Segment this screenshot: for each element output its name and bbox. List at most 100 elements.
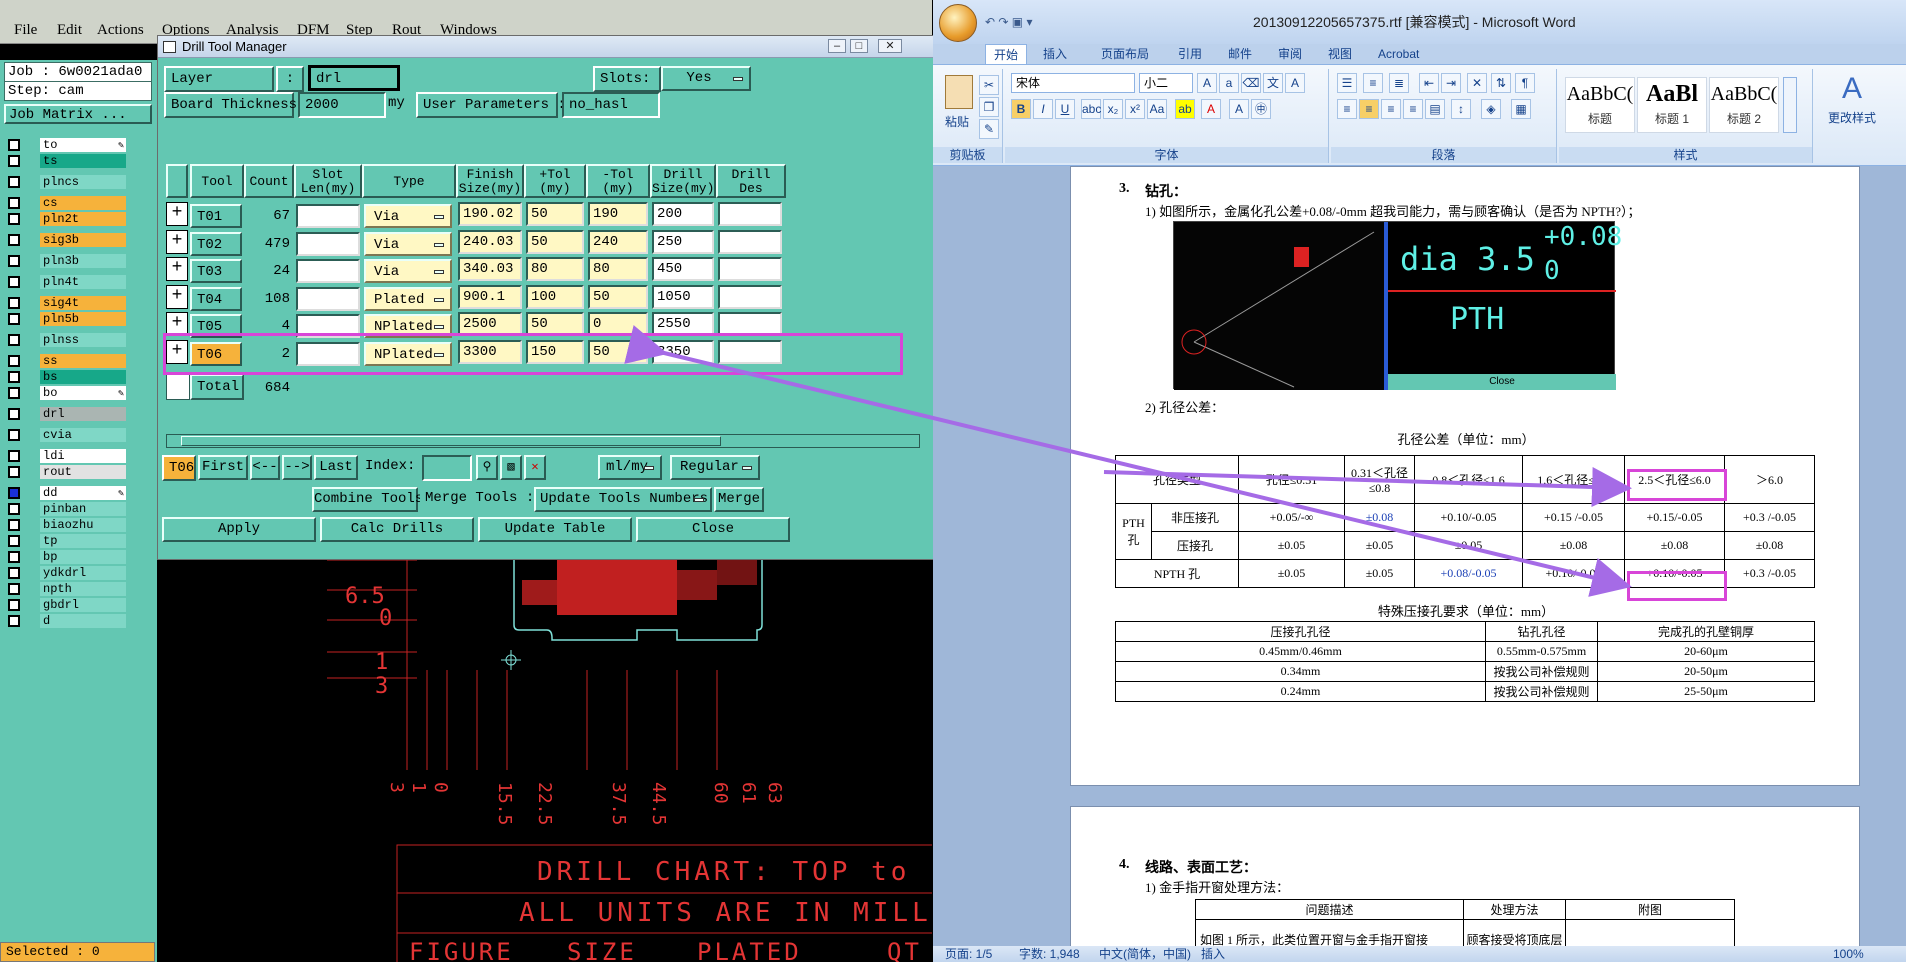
format-painter-icon[interactable]: ✎ — [979, 119, 999, 139]
update-table-button[interactable]: Update Table — [478, 517, 632, 542]
units-select[interactable]: ml/my — [598, 455, 662, 480]
tab-acrobat[interactable]: Acrobat — [1378, 44, 1419, 64]
mode-select[interactable]: Regular — [670, 455, 760, 480]
drill-size-input[interactable]: 1050 — [652, 284, 714, 309]
type-select[interactable]: Via — [364, 259, 452, 283]
tool-name[interactable]: T04 — [190, 286, 242, 311]
slot-len-input[interactable] — [296, 286, 360, 311]
layer-name[interactable]: cvia — [40, 428, 126, 442]
style-heading1[interactable]: AaBl 标题 1 — [1637, 77, 1707, 133]
tab-layout[interactable]: 页面布局 — [1101, 44, 1149, 64]
tool-name[interactable]: T06 — [190, 341, 242, 366]
layer-checkbox[interactable] — [8, 371, 20, 383]
layer-name[interactable]: ldi — [40, 449, 126, 463]
layer-checkbox[interactable] — [8, 466, 20, 478]
plus-tol-input[interactable]: 50 — [526, 312, 584, 336]
asian-layout-icon[interactable]: ✕ — [1467, 73, 1487, 93]
nav-next-button[interactable]: --> — [282, 455, 312, 480]
drill-des-input[interactable] — [718, 257, 782, 281]
multilevel-icon[interactable]: ≣ — [1389, 73, 1409, 93]
layer-row-ss[interactable]: ss — [4, 353, 126, 369]
borders-icon[interactable]: ▦ — [1511, 99, 1531, 119]
enclose-char-icon[interactable]: ㊥ — [1251, 99, 1271, 119]
slot-len-input[interactable] — [296, 314, 360, 338]
delete-icon[interactable]: ✕ — [524, 455, 546, 480]
apply-button[interactable]: Apply — [162, 517, 316, 542]
layer-row-sig4t[interactable]: sig4t — [4, 295, 126, 311]
layer-checkbox[interactable] — [8, 276, 20, 288]
align-center-icon[interactable]: ≡ — [1359, 99, 1379, 119]
tab-home[interactable]: 开始 — [985, 44, 1028, 65]
char-shading-icon[interactable]: A — [1229, 99, 1249, 119]
layer-name[interactable]: rout — [40, 465, 126, 479]
layer-row-npth[interactable]: npth — [4, 581, 126, 597]
layer-checkbox[interactable] — [8, 615, 20, 627]
merge-button[interactable]: Merge — [714, 487, 764, 512]
layer-row-bs[interactable]: bs — [4, 369, 126, 385]
italic-icon[interactable]: I — [1033, 99, 1053, 119]
change-styles-button[interactable]: A 更改样式 — [1817, 69, 1887, 139]
show-marks-icon[interactable]: ¶ — [1515, 73, 1535, 93]
job-matrix-button[interactable]: Job Matrix ... — [4, 104, 152, 124]
type-select[interactable]: Via — [364, 231, 452, 256]
drill-des-input[interactable] — [718, 202, 782, 226]
menu-edit[interactable]: Edit — [57, 22, 82, 39]
status-words[interactable]: 字数: 1,948 — [1019, 946, 1080, 962]
layer-row-sig3b[interactable]: sig3b — [4, 232, 126, 248]
layer-row-bp[interactable]: bp — [4, 549, 126, 565]
finish-size-input[interactable]: 240.03 — [458, 229, 522, 254]
drill-size-input[interactable]: 250 — [652, 229, 714, 254]
styles-scroll[interactable] — [1783, 77, 1797, 133]
finish-size-input[interactable]: 3300 — [458, 339, 522, 364]
layer-checkbox[interactable] — [8, 487, 20, 499]
layer-row-ldi[interactable]: ldi — [4, 448, 126, 464]
tab-references[interactable]: 引用 — [1178, 44, 1202, 64]
nav-prev-button[interactable]: <-- — [250, 455, 280, 480]
type-select[interactable]: Via — [364, 204, 452, 228]
font-size-select[interactable]: 小二 — [1139, 73, 1193, 93]
decrease-indent-icon[interactable]: ⇤ — [1419, 73, 1439, 93]
layer-row-d[interactable]: d — [4, 613, 126, 629]
layer-name[interactable]: sig3b — [40, 233, 126, 247]
drill-des-input[interactable] — [718, 312, 782, 336]
type-select[interactable]: Plated — [364, 286, 452, 311]
layer-checkbox[interactable] — [8, 355, 20, 367]
layer-name[interactable]: pln2t — [40, 212, 126, 226]
tool-name[interactable]: T05 — [190, 314, 242, 338]
layer-checkbox[interactable] — [8, 583, 20, 595]
layer-checkbox[interactable] — [8, 519, 20, 531]
tab-mailings[interactable]: 邮件 — [1228, 44, 1252, 64]
nav-first-button[interactable]: First — [198, 455, 248, 480]
layer-row-tp[interactable]: tp — [4, 533, 126, 549]
font-name-select[interactable]: 宋体 — [1011, 73, 1135, 93]
index-input[interactable] — [422, 455, 472, 481]
layer-row-ts[interactable]: ts — [4, 153, 126, 169]
layer-checkbox[interactable] — [8, 599, 20, 611]
tool-name[interactable]: T02 — [190, 231, 242, 256]
align-left-icon[interactable]: ≡ — [1337, 99, 1357, 119]
plus-tol-input[interactable]: 100 — [526, 284, 584, 309]
slot-len-input[interactable] — [296, 231, 360, 256]
layer-name[interactable]: bs — [40, 370, 126, 384]
minus-tol-input[interactable]: 50 — [588, 284, 648, 309]
minimize-icon[interactable]: – — [828, 39, 846, 53]
style-heading2[interactable]: AaBbC(标题 2 — [1709, 77, 1779, 133]
row-expand-button[interactable]: + — [166, 312, 188, 336]
layer-name[interactable]: tp — [40, 534, 126, 548]
bullets-icon[interactable]: ☰ — [1337, 73, 1357, 93]
slot-len-input[interactable] — [296, 204, 360, 228]
layer-row-dd[interactable]: dd ✎ — [4, 485, 126, 501]
layer-name[interactable]: d — [40, 614, 126, 628]
layer-row-pln4t[interactable]: pln4t — [4, 274, 126, 290]
layer-checkbox[interactable] — [8, 429, 20, 441]
update-numbers-select[interactable]: Update Tools Numbers — [534, 487, 712, 512]
finish-size-input[interactable]: 190.02 — [458, 202, 522, 226]
plus-tol-input[interactable]: 50 — [526, 202, 584, 226]
layer-row-plnss[interactable]: plnss — [4, 332, 126, 348]
layer-checkbox[interactable] — [8, 334, 20, 346]
layer-name[interactable]: npth — [40, 582, 126, 596]
justify-icon[interactable]: ≡ — [1403, 99, 1423, 119]
copy-icon[interactable]: ❐ — [979, 97, 999, 117]
layer-name[interactable]: pln5b — [40, 312, 126, 326]
menu-actions[interactable]: Actions — [97, 22, 144, 39]
